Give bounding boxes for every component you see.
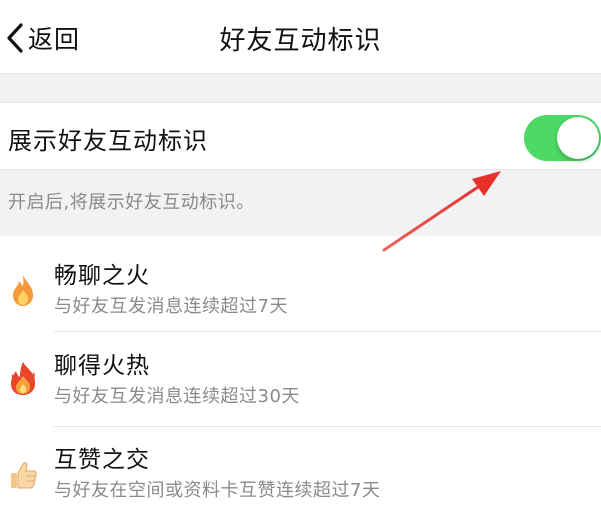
thumbs-up-icon (11, 462, 37, 489)
show-interaction-badge-row: 展示好友互动标识 (0, 102, 601, 170)
badge-list: 畅聊之火 与好友互发消息连续超过7天 聊得火热 与好友互发消息连续超过30天 互… (0, 236, 601, 527)
item-title: 畅聊之火 (54, 263, 150, 289)
item-desc: 与好友互发消息连续超过7天 (54, 296, 288, 317)
small-flame-icon (13, 275, 33, 306)
item-desc: 与好友在空间或资料卡互赞连续超过7天 (54, 480, 381, 501)
hint-section: 开启后,将展示好友互动标识。 (0, 170, 601, 236)
show-interaction-badge-toggle[interactable] (524, 115, 601, 161)
big-flame-icon (11, 362, 36, 395)
list-item: 聊得火热 与好友互发消息连续超过30天 (0, 332, 601, 428)
friend-interaction-settings-page: 返回 好友互动标识 展示好友互动标识 开启后,将展示好友互动标识。 畅聊之火 与… (0, 0, 601, 527)
item-title: 聊得火热 (54, 353, 150, 379)
section-spacer (0, 74, 601, 102)
item-desc: 与好友互发消息连续超过30天 (54, 386, 300, 407)
hint-text: 开启后,将展示好友互动标识。 (8, 192, 255, 213)
toggle-knob (557, 117, 599, 159)
list-item: 互赞之交 与好友在空间或资料卡互赞连续超过7天 (0, 426, 601, 522)
toggle-label: 展示好友互动标识 (8, 127, 208, 155)
list-item: 畅聊之火 与好友互发消息连续超过7天 (0, 236, 601, 332)
item-title: 互赞之交 (54, 447, 150, 473)
page-title: 好友互动标识 (219, 26, 382, 56)
navigation-bar: 返回 好友互动标识 (0, 0, 601, 74)
